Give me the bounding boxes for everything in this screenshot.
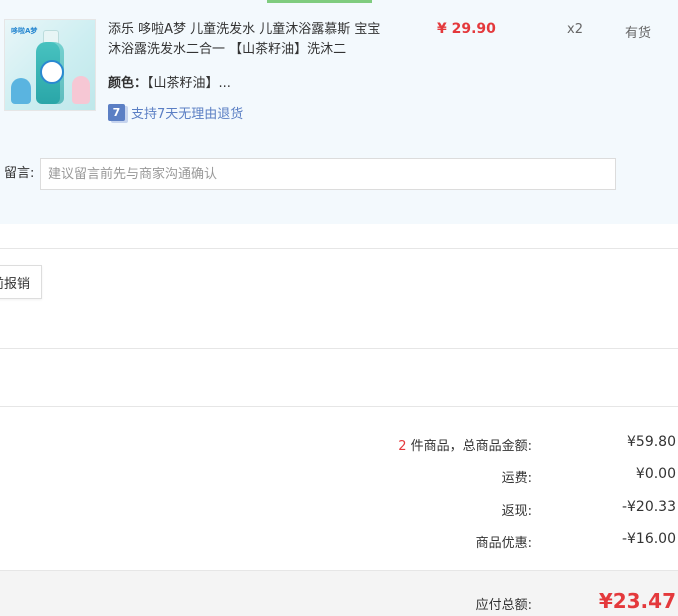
discount-label: 商品优惠: bbox=[475, 536, 532, 551]
cartoon-figure-left bbox=[11, 78, 31, 104]
payable-total: ¥23.47 bbox=[598, 589, 676, 613]
divider bbox=[0, 406, 678, 407]
remark-label: 留言: bbox=[4, 166, 35, 181]
invoice-button[interactable]: 前报销 bbox=[0, 265, 42, 299]
shipping-label: 运费: bbox=[501, 471, 532, 486]
return-policy[interactable]: 7 支持7天无理由退货 bbox=[108, 102, 243, 122]
product-attribute: 颜色：【山茶籽油】... bbox=[108, 72, 231, 91]
divider bbox=[0, 248, 678, 249]
divider bbox=[0, 348, 678, 349]
item-count-label: 2 件商品，总商品金额: bbox=[272, 435, 532, 454]
attribute-label: 颜色： bbox=[108, 76, 148, 91]
remark-input[interactable] bbox=[40, 158, 616, 190]
seven-day-return-icon: 7 bbox=[108, 103, 125, 121]
quantity: x2 bbox=[567, 22, 583, 37]
goods-total-value: ¥59.80 bbox=[627, 434, 676, 450]
item-count-suffix: 件商品，总商品金额: bbox=[406, 439, 532, 454]
discount-value: -¥16.00 bbox=[621, 531, 676, 547]
shipping-value: ¥0.00 bbox=[635, 466, 676, 482]
payable-label: 应付总额: bbox=[475, 598, 532, 613]
unit-price: ¥ 29.90 bbox=[437, 21, 496, 37]
return-policy-text: 支持7天无理由退货 bbox=[131, 106, 244, 122]
product-image[interactable]: 哆啦A梦 bbox=[4, 19, 96, 111]
attribute-value: 【山茶籽油】... bbox=[147, 76, 231, 91]
product-title-link[interactable]: 添乐 哆啦A梦 儿童洗发水 儿童沐浴露慕斯 宝宝沐浴露洗发水二合一 【山茶籽油】… bbox=[108, 20, 393, 60]
stock-status: 有货 bbox=[625, 26, 652, 41]
product-image-brand: 哆啦A梦 bbox=[11, 27, 38, 35]
rebate-label: 返现: bbox=[501, 504, 532, 519]
bottle-label bbox=[40, 60, 64, 84]
cartoon-figure-right bbox=[72, 76, 90, 104]
rebate-value: -¥20.33 bbox=[621, 499, 676, 515]
top-accent-strip bbox=[267, 0, 372, 3]
